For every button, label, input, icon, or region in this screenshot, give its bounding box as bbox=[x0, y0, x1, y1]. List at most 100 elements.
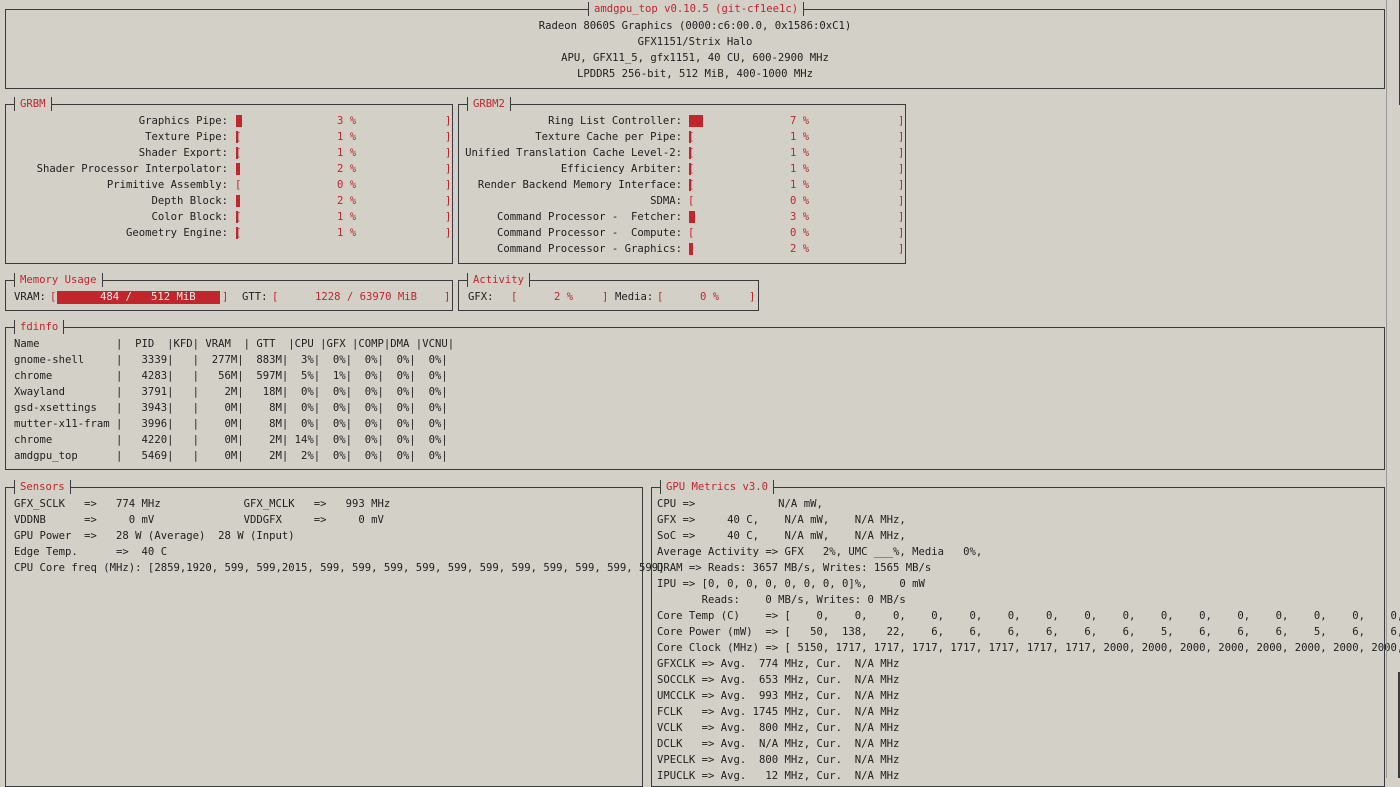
app-title: amdgpu_top v0.10.5 (git-cf1ee1c) bbox=[588, 2, 805, 16]
metric-line: Core Temp (C) => [ 0, 0, 0, 0, 0, 0, 0, … bbox=[657, 610, 1400, 622]
metric-line: IPU => [0, 0, 0, 0, 0, 0, 0, 0]%, 0 mW bbox=[657, 578, 925, 590]
fdinfo-title: fdinfo bbox=[14, 320, 65, 334]
gfx-activity-label: GFX: bbox=[468, 291, 494, 303]
grbm-bracket-close: ] bbox=[445, 131, 452, 143]
grbm2-percent: 3 % bbox=[790, 211, 810, 223]
metric-line: DCLK => Avg. N/A MHz, Cur. N/A MHz bbox=[657, 738, 900, 750]
grbm2-usage-bar: [2 %] bbox=[688, 241, 904, 257]
grbm-usage-bar: [1 %] bbox=[235, 225, 451, 241]
grbm2-usage-bar: [1 %] bbox=[688, 161, 904, 177]
sensor-edge-temp: Edge Temp. => 40 C bbox=[14, 546, 168, 558]
grbm2-usage-bar: [0 %] bbox=[688, 225, 904, 241]
gtt-label: GTT: bbox=[242, 291, 268, 303]
metric-line: SOCCLK => Avg. 653 MHz, Cur. N/A MHz bbox=[657, 674, 900, 686]
grbm2-bracket-close: ] bbox=[898, 147, 905, 159]
gfx-bracket-open: [ bbox=[511, 291, 518, 303]
grbm-percent: 1 % bbox=[337, 147, 357, 159]
grbm2-label: Render Backend Memory Interface: bbox=[477, 179, 682, 191]
device-arch: GFX1151/Strix Halo bbox=[637, 36, 753, 48]
table-row[interactable]: Xwayland | 3791| | 2M| 18M| 0%| 0%| 0%| … bbox=[14, 384, 448, 400]
grbm-label: Shader Processor Interpolator: bbox=[36, 163, 228, 175]
sensor-clocks: GFX_SCLK => 774 MHz GFX_MCLK => 993 MHz bbox=[14, 498, 391, 510]
grbm-fill bbox=[236, 195, 240, 207]
grbm-label: Depth Block: bbox=[151, 195, 228, 207]
sensor-cpu-core-freq: CPU Core freq (MHz): [2859,1920, 599, 59… bbox=[14, 562, 665, 574]
grbm-bracket-open: [ bbox=[235, 179, 242, 191]
grbm2-bracket-close: ] bbox=[898, 179, 905, 191]
grbm-fill bbox=[236, 227, 238, 239]
metric-line: GFX => 40 C, N/A mW, N/A MHz, bbox=[657, 514, 906, 526]
fdinfo-panel: fdinfo Name | PID |KFD| VRAM | GTT |CPU … bbox=[5, 320, 1385, 470]
media-bracket-open: [ bbox=[657, 291, 664, 303]
grbm-bracket-close: ] bbox=[445, 115, 452, 127]
metric-line: Average Activity => GFX 2%, UMC ___%, Me… bbox=[657, 546, 983, 558]
media-activity-label: Media: bbox=[615, 291, 654, 303]
grbm2-percent: 0 % bbox=[790, 195, 810, 207]
grbm-fill bbox=[236, 131, 238, 143]
sensor-voltages: VDDNB => 0 mV VDDGFX => 0 mV bbox=[14, 514, 384, 526]
grbm2-usage-bar: [1 %] bbox=[688, 129, 904, 145]
grbm-percent: 2 % bbox=[337, 195, 357, 207]
device-info-panel: amdgpu_top v0.10.5 (git-cf1ee1c) Radeon … bbox=[5, 2, 1385, 89]
table-row[interactable]: mutter-x11-fram | 3996| | 0M| 8M| 0%| 0%… bbox=[14, 416, 448, 432]
grbm2-bracket-close: ] bbox=[898, 211, 905, 223]
sensors-panel: Sensors GFX_SCLK => 774 MHz GFX_MCLK => … bbox=[5, 480, 665, 787]
grbm2-percent: 1 % bbox=[790, 147, 810, 159]
metric-line: SoC => 40 C, N/A mW, N/A MHz, bbox=[657, 530, 906, 542]
table-row[interactable]: chrome | 4220| | 0M| 2M| 14%| 0%| 0%| 0%… bbox=[14, 432, 448, 448]
grbm-usage-bar: [1 %] bbox=[235, 129, 451, 145]
table-row[interactable]: chrome | 4283| | 56M| 597M| 5%| 1%| 0%| … bbox=[14, 368, 448, 384]
grbm-fill bbox=[236, 147, 238, 159]
metric-line: FCLK => Avg. 1745 MHz, Cur. N/A MHz bbox=[657, 706, 900, 718]
activity-panel: Activity GFX: [ 2 % ] Media: [ 0 % ] bbox=[458, 273, 759, 311]
grbm-percent: 0 % bbox=[337, 179, 357, 191]
grbm2-fill bbox=[689, 243, 693, 255]
grbm2-label: Unified Translation Cache Level-2: bbox=[465, 147, 682, 159]
metric-line: UMCCLK => Avg. 993 MHz, Cur. N/A MHz bbox=[657, 690, 900, 702]
grbm-bracket-close: ] bbox=[445, 147, 452, 159]
grbm2-usage-bar: [0 %] bbox=[688, 193, 904, 209]
activity-title: Activity bbox=[467, 273, 531, 287]
table-row[interactable]: gnome-shell | 3339| | 277M| 883M| 3%| 0%… bbox=[14, 352, 448, 368]
grbm-label: Graphics Pipe: bbox=[138, 115, 228, 127]
device-memory: LPDDR5 256-bit, 512 MiB, 400-1000 MHz bbox=[577, 68, 813, 80]
memory-usage-title: Memory Usage bbox=[14, 273, 103, 287]
memory-usage-panel: Memory Usage VRAM: [ 484 / 512 MiB ] GTT… bbox=[5, 273, 453, 311]
grbm2-percent: 1 % bbox=[790, 179, 810, 191]
vram-label: VRAM: bbox=[14, 291, 46, 303]
grbm2-bracket-close: ] bbox=[898, 195, 905, 207]
table-row[interactable]: amdgpu_top | 5469| | 0M| 2M| 2%| 0%| 0%|… bbox=[14, 448, 448, 464]
grbm-usage-bar: [0 %] bbox=[235, 177, 451, 193]
grbm-usage-bar: [3 %] bbox=[235, 113, 451, 129]
grbm-fill bbox=[236, 211, 238, 223]
grbm2-label: Ring List Controller: bbox=[548, 115, 682, 127]
grbm2-label: Command Processor - Fetcher: bbox=[497, 211, 682, 223]
table-row[interactable]: gsd-xsettings | 3943| | 0M| 8M| 0%| 0%| … bbox=[14, 400, 448, 416]
grbm-title: GRBM bbox=[14, 97, 52, 111]
grbm-percent: 3 % bbox=[337, 115, 357, 127]
gpu-metrics-panel: GPU Metrics v3.0 CPU => N/A mW, GFX => 40… bbox=[651, 480, 1400, 787]
grbm2-usage-bar: [7 %] bbox=[688, 113, 904, 129]
grbm2-percent: 2 % bbox=[790, 243, 810, 255]
grbm2-bracket-close: ] bbox=[898, 243, 905, 255]
grbm2-bracket-close: ] bbox=[898, 227, 905, 239]
grbm2-bracket-close: ] bbox=[898, 163, 905, 175]
gfx-activity-value: 2 % bbox=[554, 291, 574, 303]
grbm-percent: 1 % bbox=[337, 211, 357, 223]
grbm-bracket-close: ] bbox=[445, 227, 452, 239]
gtt-usage-text: 1228 / 63970 MiB bbox=[315, 291, 418, 303]
grbm2-fill bbox=[689, 115, 703, 127]
grbm-label: Color Block: bbox=[151, 211, 228, 223]
grbm2-bracket-open: [ bbox=[688, 227, 695, 239]
fdinfo-header: Name | PID |KFD| VRAM | GTT |CPU |GFX |C… bbox=[14, 338, 455, 350]
metric-line: Core Clock (MHz) => [ 5150, 1717, 1717, … bbox=[657, 642, 1400, 654]
device-config: APU, GFX11_5, gfx1151, 40 CU, 600-2900 M… bbox=[561, 52, 829, 64]
gfx-bracket-close: ] bbox=[602, 291, 609, 303]
grbm2-fill bbox=[689, 147, 691, 159]
metric-line: VPECLK => Avg. 800 MHz, Cur. N/A MHz bbox=[657, 754, 900, 766]
grbm2-percent: 1 % bbox=[790, 163, 810, 175]
vram-usage-text: 484 / 512 MiB bbox=[100, 291, 196, 303]
right-scrollbar-track[interactable] bbox=[1386, 0, 1387, 778]
metric-line: Core Power (mW) => [ 50, 138, 22, 6, 6, … bbox=[657, 626, 1400, 638]
grbm2-fill bbox=[689, 163, 691, 175]
